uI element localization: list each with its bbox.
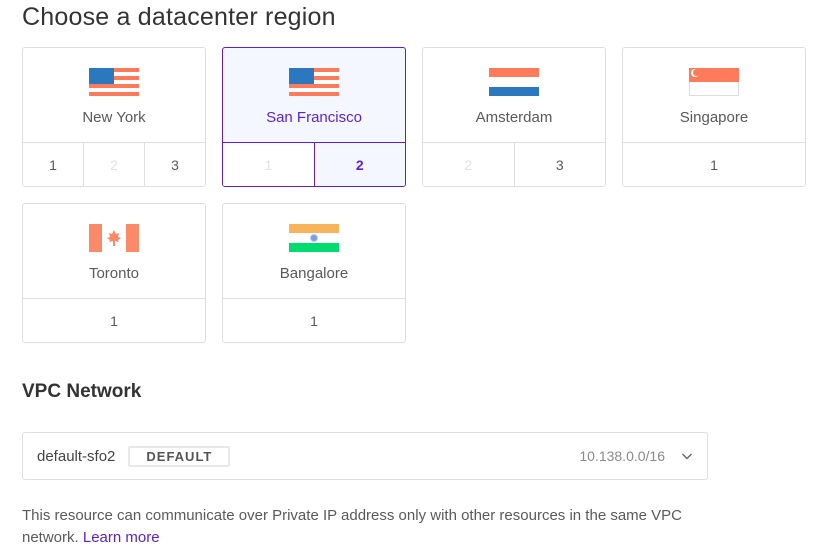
region-card-header[interactable]: New York <box>23 48 205 143</box>
datacenter-options: 1 2 3 <box>23 143 205 186</box>
vpc-network-select[interactable]: default-sfo2 DEFAULT 10.138.0.0/16 <box>22 432 708 480</box>
singapore-flag-icon <box>689 68 739 96</box>
datacenter-option-ams3[interactable]: 3 <box>513 143 605 186</box>
region-card-header[interactable]: Toronto <box>23 204 205 299</box>
datacenter-option-sgp1[interactable]: 1 <box>623 143 805 186</box>
region-name: San Francisco <box>266 109 362 126</box>
region-card-header[interactable]: Amsterdam <box>423 48 605 143</box>
default-badge: DEFAULT <box>128 445 231 467</box>
region-card-singapore[interactable]: Singapore 1 <box>622 47 806 187</box>
netherlands-flag-icon <box>489 68 539 96</box>
page-title: Choose a datacenter region <box>22 3 336 31</box>
india-flag-icon <box>289 224 339 252</box>
region-card-amsterdam[interactable]: Amsterdam 2 3 <box>422 47 606 187</box>
datacenter-option-tor1[interactable]: 1 <box>23 299 205 342</box>
datacenter-option-sfo2[interactable]: 2 <box>313 143 405 186</box>
region-card-san-francisco[interactable]: San Francisco 1 2 <box>222 47 406 187</box>
datacenter-option-nyc2: 2 <box>83 143 144 186</box>
learn-more-link[interactable]: Learn more <box>83 529 160 546</box>
region-name: Amsterdam <box>475 109 553 126</box>
vpc-selected-name: default-sfo2 <box>37 447 116 465</box>
datacenter-option-sfo1: 1 <box>223 143 314 186</box>
region-card-header[interactable]: Singapore <box>623 48 805 143</box>
us-flag-icon <box>89 68 139 96</box>
maple-leaf-icon <box>107 230 121 246</box>
datacenter-options: 2 3 <box>423 143 605 186</box>
region-card-header[interactable]: San Francisco <box>223 48 405 143</box>
region-name: New York <box>82 109 146 126</box>
vpc-ip-range: 10.138.0.0/16 <box>579 448 665 464</box>
datacenter-options: 1 2 <box>223 143 405 186</box>
region-name: Toronto <box>88 265 140 282</box>
datacenter-option-ams2: 2 <box>423 143 514 186</box>
us-flag-icon <box>289 68 339 96</box>
canada-flag-icon <box>89 224 139 252</box>
datacenter-option-blr1[interactable]: 1 <box>223 299 405 342</box>
region-name: Singapore <box>679 109 749 126</box>
region-name: Bangalore <box>279 265 349 282</box>
region-card-header[interactable]: Bangalore <box>223 204 405 299</box>
datacenter-options: 1 <box>23 299 205 342</box>
vpc-help-text: This resource can communicate over Priva… <box>22 505 712 549</box>
chevron-down-icon[interactable] <box>681 450 693 462</box>
region-card-new-york[interactable]: New York 1 2 3 <box>22 47 206 187</box>
datacenter-options: 1 <box>623 143 805 186</box>
region-card-toronto[interactable]: Toronto 1 <box>22 203 206 343</box>
vpc-network-heading: VPC Network <box>22 381 142 402</box>
datacenter-option-nyc1[interactable]: 1 <box>23 143 83 186</box>
datacenter-option-nyc3[interactable]: 3 <box>144 143 205 186</box>
region-card-bangalore[interactable]: Bangalore 1 <box>222 203 406 343</box>
datacenter-options: 1 <box>223 299 405 342</box>
